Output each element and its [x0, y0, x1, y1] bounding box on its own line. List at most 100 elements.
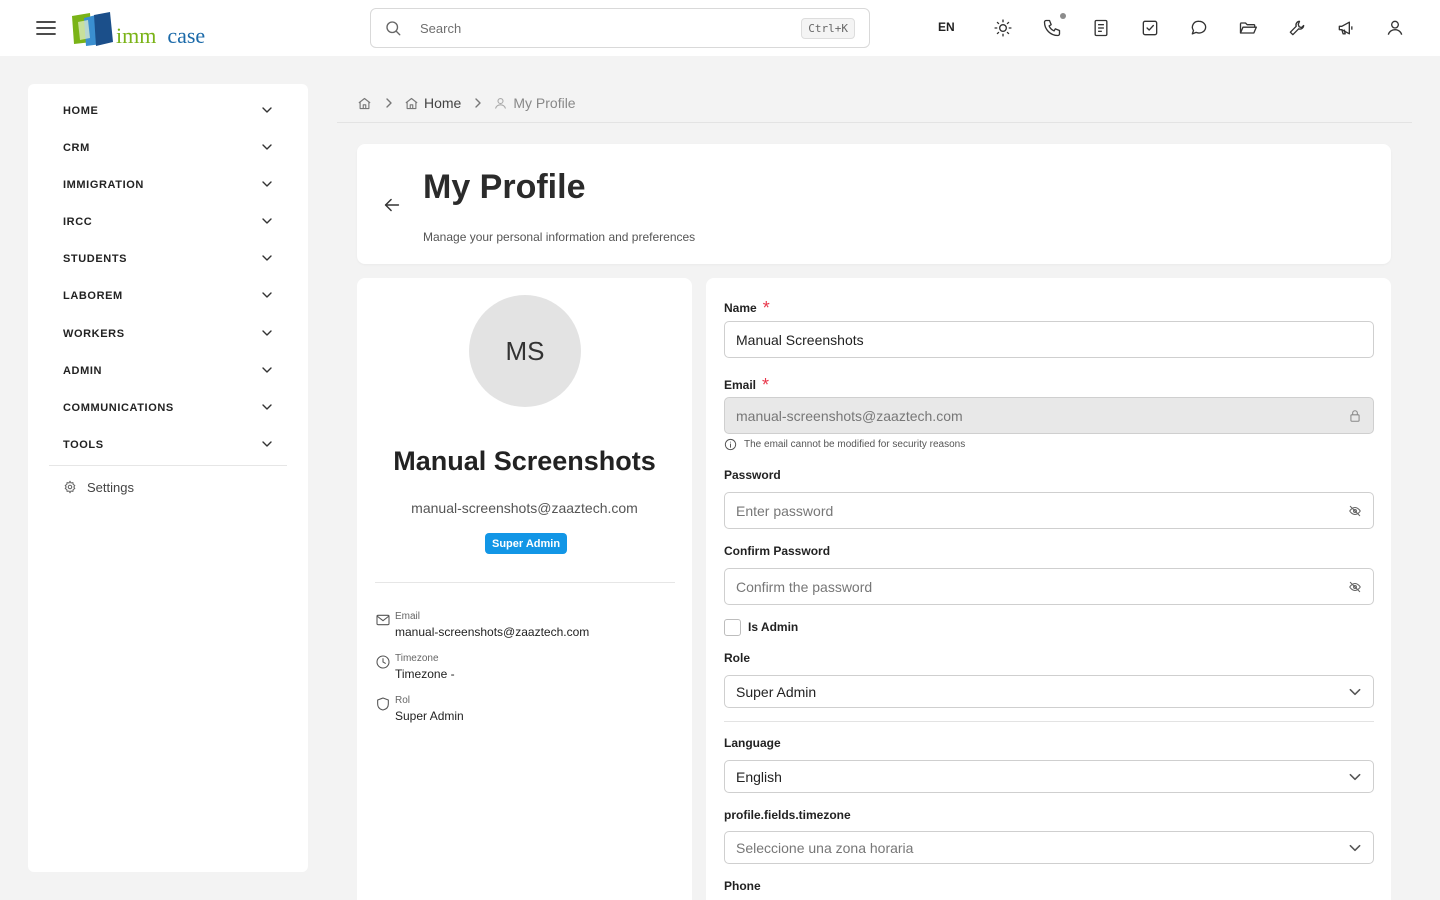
profile-summary-card: MS Manual Screenshots manual-screenshots…	[357, 278, 692, 900]
info-circle-icon	[724, 438, 737, 451]
sidebar-item-label: COMMUNICATIONS	[63, 401, 174, 414]
chevron-right-icon	[386, 98, 392, 108]
user-icon[interactable]	[1385, 18, 1405, 38]
sidebar: HOME CRM IMMIGRATION IRCC STUDENTS LABOR…	[28, 84, 308, 872]
profile-divider	[375, 582, 675, 583]
search-icon	[386, 21, 401, 36]
timezone-select[interactable]: Seleccione una zona horaria	[724, 831, 1374, 864]
eye-off-icon[interactable]	[1348, 504, 1362, 518]
page-header-card: My Profile Manage your personal informat…	[357, 144, 1391, 264]
sidebar-item-laborem[interactable]: LABOREM	[49, 277, 287, 314]
sidebar-item-label: HOME	[63, 104, 99, 117]
role-badge: Super Admin	[485, 533, 568, 554]
sidebar-item-workers[interactable]: WORKERS	[49, 315, 287, 352]
chevron-down-icon	[1349, 773, 1361, 780]
password-placeholder: Enter password	[736, 502, 834, 519]
name-field-value: Manual Screenshots	[736, 331, 864, 348]
sidebar-item-tools[interactable]: TOOLS	[49, 426, 287, 463]
search-input[interactable]	[420, 20, 780, 36]
email-hint-text: The email cannot be modified for securit…	[744, 439, 966, 450]
confirm-password-field[interactable]: Confirm the password	[724, 568, 1374, 605]
sidebar-item-settings[interactable]: Settings	[49, 475, 287, 499]
megaphone-icon[interactable]	[1336, 18, 1356, 38]
email-hint: The email cannot be modified for securit…	[724, 438, 965, 451]
top-bar: imm case Ctrl+K EN	[0, 0, 1440, 56]
chevron-down-icon	[262, 367, 272, 373]
breadcrumb: Home My Profile	[357, 94, 576, 112]
logo-word-imm: imm	[116, 23, 157, 48]
sidebar-item-label: ADMIN	[63, 364, 103, 377]
role-select-value: Super Admin	[736, 683, 817, 700]
info-row-role: Rol Super Admin	[375, 695, 675, 727]
language-label: Language	[724, 736, 781, 750]
tools-icon[interactable]	[1287, 18, 1307, 38]
chevron-down-icon	[262, 181, 272, 187]
form-divider	[724, 721, 1374, 722]
is-admin-checkbox[interactable]	[724, 619, 741, 636]
logo-mark-icon	[72, 12, 113, 46]
timezone-select-placeholder: Seleccione una zona horaria	[736, 839, 914, 856]
sidebar-item-students[interactable]: STUDENTS	[49, 240, 287, 277]
search-shortcut-hint: Ctrl+K	[801, 18, 855, 39]
breadcrumb-divider	[337, 122, 1412, 123]
required-marker: *	[762, 298, 770, 318]
name-field[interactable]: Manual Screenshots	[724, 321, 1374, 358]
chat-icon[interactable]	[1189, 18, 1209, 38]
sidebar-item-label: CRM	[63, 141, 90, 154]
logo-word-case: case	[167, 23, 206, 48]
required-marker: *	[762, 375, 770, 395]
shield-icon	[377, 697, 389, 711]
user-icon	[495, 97, 507, 109]
role-select[interactable]: Super Admin	[724, 675, 1374, 708]
phone-icon[interactable]	[1042, 18, 1062, 38]
sidebar-item-communications[interactable]: COMMUNICATIONS	[49, 389, 287, 426]
breadcrumb-home-link[interactable]: Home	[424, 95, 461, 111]
password-field[interactable]: Enter password	[724, 492, 1374, 529]
sun-icon[interactable]	[993, 18, 1013, 38]
hamburger-menu-icon[interactable]	[34, 16, 58, 40]
global-search[interactable]: Ctrl+K	[370, 8, 870, 48]
info-row-email: Email manual-screenshots@zaaztech.com	[375, 611, 675, 643]
breadcrumb-current: My Profile	[513, 95, 576, 111]
language-select-value: English	[736, 768, 782, 785]
profile-name: Manual Screenshots	[393, 446, 656, 476]
sidebar-item-label: STUDENTS	[63, 252, 128, 265]
back-arrow-icon[interactable]	[381, 194, 403, 216]
sidebar-item-ircc[interactable]: IRCC	[49, 203, 287, 240]
chevron-down-icon	[262, 404, 272, 410]
folder-icon[interactable]	[1238, 18, 1258, 38]
sidebar-item-label: WORKERS	[63, 327, 125, 340]
chevron-down-icon	[262, 441, 272, 447]
confirm-password-label: Confirm Password	[724, 544, 831, 558]
sidebar-item-immigration[interactable]: IMMIGRATION	[49, 166, 287, 203]
notes-icon[interactable]	[1091, 18, 1111, 38]
info-value: manual-screenshots@zaaztech.com	[395, 625, 590, 639]
sidebar-item-label: IMMIGRATION	[63, 178, 144, 191]
name-label: Name *	[724, 296, 770, 318]
settings-label: Settings	[87, 479, 134, 495]
home-icon[interactable]	[357, 96, 372, 111]
info-value: Super Admin	[395, 709, 464, 723]
page-title: My Profile	[423, 168, 586, 206]
email-label: Email *	[724, 373, 770, 395]
is-admin-label: Is Admin	[748, 620, 799, 634]
email-field: manual-screenshots@zaaztech.com	[724, 397, 1374, 434]
profile-form-card: Name * Manual Screenshots Email * manual-s…	[706, 278, 1391, 900]
app-logo[interactable]: imm case	[70, 10, 205, 48]
language-switcher[interactable]: EN	[938, 20, 955, 34]
name-label-text: Name	[724, 301, 757, 315]
language-select[interactable]: English	[724, 760, 1374, 793]
sidebar-item-home[interactable]: HOME	[49, 92, 287, 129]
sidebar-item-label: TOOLS	[63, 438, 104, 451]
avatar: MS	[469, 295, 581, 407]
chevron-down-icon	[262, 330, 272, 336]
lock-icon	[1350, 409, 1360, 422]
sidebar-item-crm[interactable]: CRM	[49, 129, 287, 166]
eye-off-icon[interactable]	[1348, 580, 1362, 594]
chevron-down-icon	[262, 255, 272, 261]
mail-icon	[376, 614, 390, 626]
sidebar-item-admin[interactable]: ADMIN	[49, 352, 287, 389]
chevron-right-icon	[475, 98, 482, 108]
tasks-icon[interactable]	[1140, 18, 1160, 38]
sidebar-item-label: LABOREM	[63, 289, 123, 302]
